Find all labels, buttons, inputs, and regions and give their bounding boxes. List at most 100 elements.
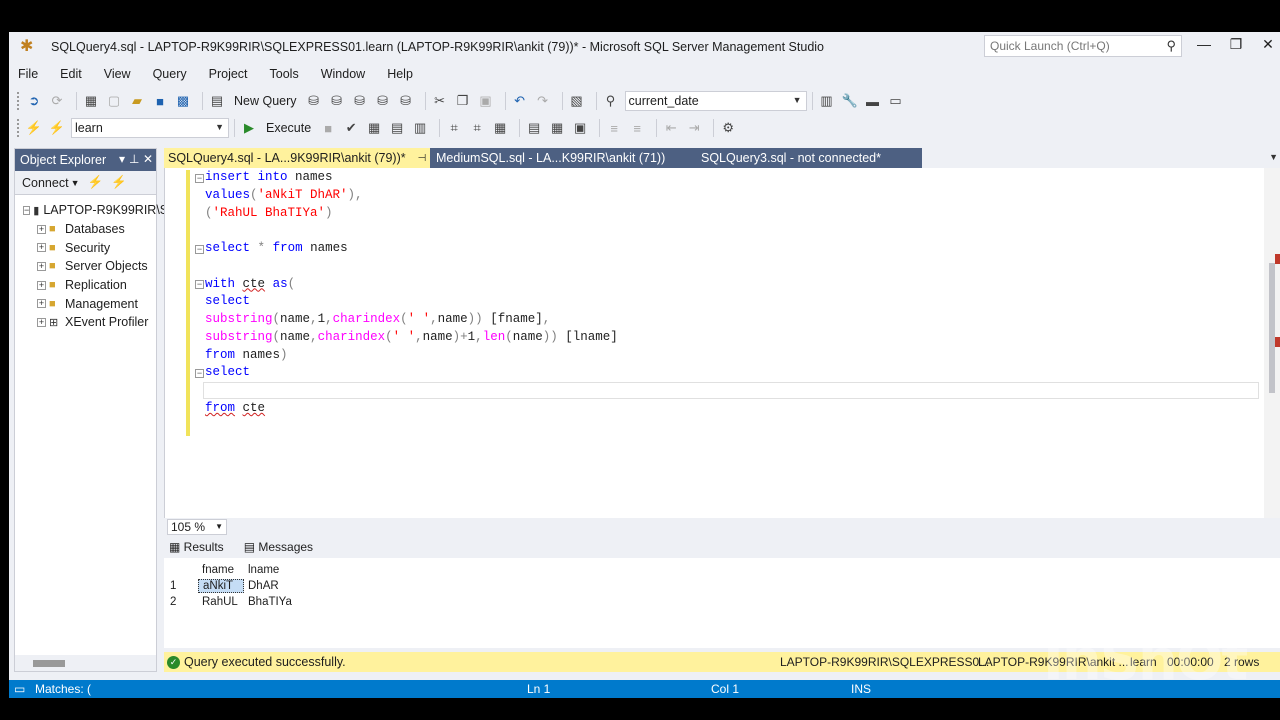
available-databases-combo[interactable]: learn ▼ — [71, 118, 229, 138]
results-grid-icon[interactable]: ▦ — [548, 118, 566, 138]
results-to-grid-icon[interactable]: ▥ — [411, 118, 429, 138]
pin-icon[interactable]: ⊣ — [418, 153, 427, 164]
query-designer-icon[interactable]: ▤ — [388, 118, 406, 138]
change-connection-icon[interactable]: ⚡ — [48, 118, 66, 138]
cancel-query-icon[interactable]: ■ — [319, 118, 337, 138]
tab-sqlquery4[interactable]: SQLQuery4.sql - LA...9K99RIR\ankit (79))… — [164, 148, 450, 168]
comment-icon[interactable]: ≡ — [605, 118, 623, 138]
tab-results[interactable]: ▦ Results — [169, 540, 234, 554]
pin-icon[interactable]: ⊥ — [129, 152, 139, 166]
include-plan-icon[interactable]: ⌗ — [445, 118, 463, 138]
output-window-icon[interactable]: ▭ — [887, 91, 905, 111]
mdx-query-icon[interactable]: ⛁ — [328, 91, 346, 111]
tree-node-security[interactable]: + ■ Security — [15, 238, 156, 257]
cut-icon[interactable]: ✂ — [431, 91, 449, 111]
column-header-fname[interactable]: fname — [198, 564, 244, 576]
dmx-query-icon[interactable]: ⛁ — [351, 91, 369, 111]
menu-tools[interactable]: Tools — [270, 67, 299, 81]
tab-dropdown-icon[interactable]: ▼ — [1269, 152, 1278, 162]
estimated-plan-icon[interactable]: ▦ — [365, 118, 383, 138]
row-number[interactable]: 1 — [166, 580, 198, 592]
undo-icon[interactable]: ↶ — [511, 91, 529, 111]
expand-icon[interactable]: + — [37, 224, 46, 234]
decrease-indent-icon[interactable]: ⇤ — [662, 118, 680, 138]
activity-monitor-icon[interactable]: ▧ — [568, 91, 586, 111]
uncomment-icon[interactable]: ≡ — [628, 118, 646, 138]
query-editor[interactable]: − − − − insert into names values('aNkiT … — [164, 168, 1280, 518]
sql-code[interactable]: insert into names values('aNkiT DhAR'), … — [205, 169, 618, 418]
dax-query-icon[interactable]: ⛁ — [397, 91, 415, 111]
filter-icon[interactable]: ⚡ — [87, 175, 103, 190]
scrollbar-thumb[interactable] — [33, 660, 65, 667]
tree-node-databases[interactable]: + ■ Databases — [15, 220, 156, 239]
tree-node-management[interactable]: + ■ Management — [15, 294, 156, 313]
close-icon[interactable]: ✕ — [143, 152, 153, 166]
save-all-icon[interactable]: ▩ — [174, 91, 192, 111]
collapse-icon[interactable]: − — [195, 245, 204, 254]
tree-node-server-objects[interactable]: + ■ Server Objects — [15, 257, 156, 276]
disconnect-icon[interactable]: ⚡ — [111, 175, 127, 190]
parse-icon[interactable]: ✔ — [342, 118, 360, 138]
tab-messages[interactable]: ▤ Messages — [244, 540, 323, 554]
execute-icon[interactable]: ▶ — [240, 118, 258, 138]
zoom-combo[interactable]: 105 % ▼ — [167, 519, 227, 535]
dropdown-icon[interactable]: ▾ — [119, 152, 125, 166]
tab-mediumsql[interactable]: MediumSQL.sql - LA...K99RIR\ankit (71)) — [430, 148, 695, 168]
editor-vertical-scrollbar[interactable] — [1264, 168, 1280, 518]
expand-icon[interactable]: + — [37, 280, 46, 290]
row-number[interactable]: 2 — [166, 596, 198, 608]
results-to-text-icon[interactable]: ▤ — [525, 118, 543, 138]
paste-icon[interactable]: ▣ — [477, 91, 495, 111]
toolbox-icon[interactable]: ▬ — [864, 91, 882, 111]
registered-servers-icon[interactable]: ▥ — [818, 91, 836, 111]
expand-icon[interactable]: + — [37, 317, 46, 327]
client-stats-icon[interactable]: ▦ — [491, 118, 509, 138]
expand-icon[interactable]: + — [37, 299, 46, 309]
back-icon[interactable]: ➲ — [25, 91, 43, 111]
tree-node-xevent-profiler[interactable]: + ⊞ XEvent Profiler — [15, 313, 156, 332]
expand-icon[interactable]: + — [37, 261, 46, 271]
grid-cell-selected[interactable]: aNkiT — [198, 579, 244, 593]
specify-template-values-icon[interactable]: ⚙ — [719, 118, 737, 138]
redo-icon[interactable]: ↷ — [534, 91, 552, 111]
expand-icon[interactable]: + — [37, 243, 46, 253]
forward-icon[interactable]: ⟳ — [48, 91, 66, 111]
tree-node-server[interactable]: − ▮ LAPTOP-R9K99RIR\S — [15, 201, 168, 220]
xmla-query-icon[interactable]: ⛁ — [374, 91, 392, 111]
menu-query[interactable]: Query — [153, 67, 187, 81]
grid-cell[interactable]: BhaTIYa — [244, 596, 296, 608]
save-icon[interactable]: ■ — [151, 91, 169, 111]
minimize-button[interactable]: — — [1189, 36, 1219, 56]
collapse-icon[interactable]: − — [195, 174, 204, 183]
quick-launch-input[interactable]: Quick Launch (Ctrl+Q) ⚲ — [984, 35, 1182, 57]
increase-indent-icon[interactable]: ⇥ — [685, 118, 703, 138]
tree-node-replication[interactable]: + ■ Replication — [15, 276, 156, 295]
menu-window[interactable]: Window — [321, 67, 365, 81]
connect-button[interactable]: Connect — [22, 176, 69, 190]
close-button[interactable]: ✕ — [1253, 36, 1280, 56]
new-query-icon[interactable]: ▤ — [208, 91, 226, 111]
connect-icon[interactable]: ⚡ — [25, 118, 43, 138]
column-header-lname[interactable]: lname — [244, 564, 296, 576]
maximize-button[interactable]: ❐ — [1221, 36, 1251, 56]
new-query-button[interactable]: New Query — [234, 94, 297, 108]
scrollbar-thumb[interactable] — [1269, 263, 1275, 393]
properties-icon[interactable]: 🔧 — [841, 91, 859, 111]
tab-sqlquery3[interactable]: SQLQuery3.sql - not connected* — [695, 148, 922, 168]
add-item-icon[interactable]: ▢ — [105, 91, 123, 111]
grid-cell[interactable]: DhAR — [244, 580, 296, 592]
menu-view[interactable]: View — [104, 67, 131, 81]
collapse-icon[interactable]: − — [195, 280, 204, 289]
open-file-icon[interactable]: ▰ — [128, 91, 146, 111]
menu-project[interactable]: Project — [209, 67, 248, 81]
db-engine-query-icon[interactable]: ⛁ — [305, 91, 323, 111]
grid-cell[interactable]: RahUL — [198, 596, 244, 608]
live-stats-icon[interactable]: ⌗ — [468, 118, 486, 138]
find-combo[interactable]: current_date ▼ — [624, 91, 807, 111]
menu-edit[interactable]: Edit — [60, 67, 82, 81]
find-icon[interactable]: ⚲ — [602, 91, 620, 111]
copy-icon[interactable]: ❐ — [454, 91, 472, 111]
menu-help[interactable]: Help — [387, 67, 413, 81]
new-project-icon[interactable]: ▦ — [82, 91, 100, 111]
collapse-icon[interactable]: − — [195, 369, 204, 378]
